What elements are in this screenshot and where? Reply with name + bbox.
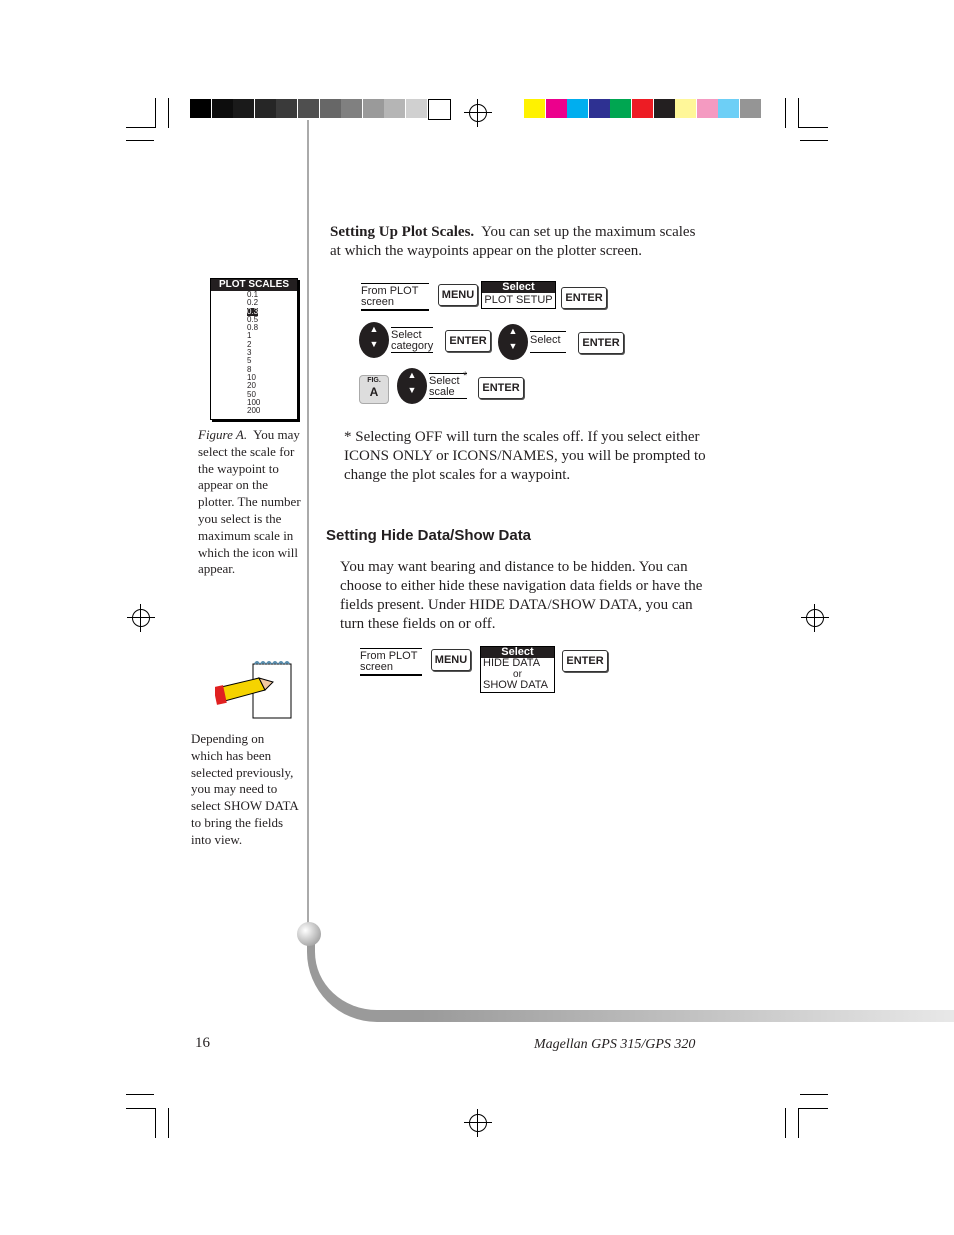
color-swatch (254, 99, 276, 118)
crop-mark (126, 1094, 154, 1095)
menu-key[interactable]: MENU (431, 649, 471, 671)
manual-page: Setting Up Plot Scales. You can set up t… (0, 0, 954, 1235)
color-swatch (740, 99, 761, 118)
color-swatch (362, 99, 384, 118)
scale-option[interactable]: 1 (247, 332, 297, 341)
color-swatch (545, 99, 567, 118)
registration-mark-icon (801, 604, 829, 632)
scale-option[interactable]: 3 (247, 348, 297, 357)
select-hide-show-data-box: Select HIDE DATA or SHOW DATA (480, 646, 555, 693)
page-curve (307, 930, 427, 1022)
page-number: 16 (195, 1035, 210, 1051)
crop-mark (798, 98, 799, 128)
section-heading: Setting Hide Data/Show Data (326, 527, 532, 544)
select-header: Select (482, 282, 555, 293)
footer-title: Magellan GPS 315/GPS 320 (534, 1037, 696, 1052)
color-swatch (567, 99, 589, 118)
crop-mark (785, 98, 786, 128)
color-swatch (298, 99, 319, 118)
color-swatch (610, 99, 632, 118)
scale-option[interactable]: 5 (247, 357, 297, 366)
figure-caption-text: You may select the scale for the waypoin… (198, 427, 301, 577)
from-plot-screen-label: From PLOT screen (360, 648, 422, 676)
figure-label: Figure A. (198, 427, 248, 442)
crop-mark (126, 127, 156, 128)
menu-key[interactable]: MENU (438, 284, 478, 306)
up-down-arrow-pad-icon[interactable]: ▲ ▼ (359, 322, 389, 358)
enter-key[interactable]: ENTER (578, 332, 624, 354)
plot-scales-screen: PLOT SCALES 0.1 0.2 0.3 0.5 0.8 1 2 3 5 8 10 20 50 10… (210, 278, 298, 420)
show-data-option: SHOW DATA (483, 679, 548, 691)
scale-option[interactable]: 2 (247, 340, 297, 349)
margin-rule (307, 120, 309, 940)
crop-mark (168, 1108, 169, 1138)
color-swatch (190, 99, 211, 118)
color-swatch (341, 99, 363, 118)
color-swatch (211, 99, 233, 118)
color-swatch (718, 99, 740, 118)
intro-paragraph: Setting Up Plot Scales. You can set up t… (330, 223, 700, 261)
scales-off-note: * Selecting OFF will turn the scales off… (344, 429, 706, 483)
bullet-sphere-icon (297, 922, 321, 946)
enter-key[interactable]: ENTER (561, 287, 607, 309)
up-down-arrow-pad-icon[interactable]: ▲ ▼ (498, 324, 528, 360)
enter-key[interactable]: ENTER (562, 650, 608, 672)
crop-mark (785, 1108, 786, 1138)
crop-mark (155, 1108, 156, 1138)
crop-mark (155, 98, 156, 128)
hide-data-option: HIDE DATA (483, 657, 541, 669)
color-swatch (524, 99, 545, 118)
color-swatch (384, 99, 406, 118)
color-swatch (632, 99, 653, 118)
crop-mark (126, 140, 154, 141)
select-category-label: Select category (391, 327, 434, 353)
plot-setup-option: PLOT SETUP (484, 294, 553, 306)
color-swatch (406, 99, 427, 118)
from-plot-screen-label: From PLOT screen (361, 283, 429, 311)
registration-mark-icon (464, 99, 492, 127)
crop-mark (800, 1094, 828, 1095)
section-paragraph: You may want bearing and distance to be … (340, 559, 703, 632)
crop-mark (798, 127, 828, 128)
up-down-arrow-pad-icon[interactable]: ▲ ▼ (397, 368, 427, 404)
side-note: Depending on which has been selected pre… (191, 731, 299, 847)
figure-caption: Figure A. You may select the scale for t… (198, 427, 304, 578)
crop-mark (798, 1108, 828, 1109)
scale-option[interactable]: 0.8 (247, 323, 297, 332)
enter-key[interactable]: ENTER (478, 377, 524, 399)
crop-mark (800, 140, 828, 141)
color-swatch (588, 99, 610, 118)
color-swatch (319, 99, 341, 118)
crop-mark (126, 1108, 156, 1109)
fig-a-badge: FIG. A (359, 375, 389, 404)
registration-mark-icon (127, 604, 155, 632)
scale-option[interactable]: 200 (247, 406, 297, 415)
color-swatch (675, 99, 697, 118)
select-scale-label: Select scale * (429, 370, 468, 399)
color-swatch (427, 99, 451, 120)
page-bottom-bar (420, 1010, 954, 1022)
crop-mark (798, 1108, 799, 1138)
registration-mark-icon (464, 1109, 492, 1137)
select-label: Select (530, 331, 566, 353)
color-swatch (233, 99, 255, 118)
select-plot-setup-box: Select PLOT SETUP (481, 281, 556, 309)
color-swatch (696, 99, 718, 118)
color-swatch (653, 99, 675, 118)
asterisk: * (463, 370, 468, 382)
color-swatch (276, 99, 298, 118)
enter-key[interactable]: ENTER (445, 330, 491, 352)
notepad-pencil-icon (213, 660, 295, 722)
fig-letter: A (369, 385, 379, 399)
crop-mark (168, 98, 169, 128)
intro-heading: Setting Up Plot Scales. (330, 224, 475, 240)
